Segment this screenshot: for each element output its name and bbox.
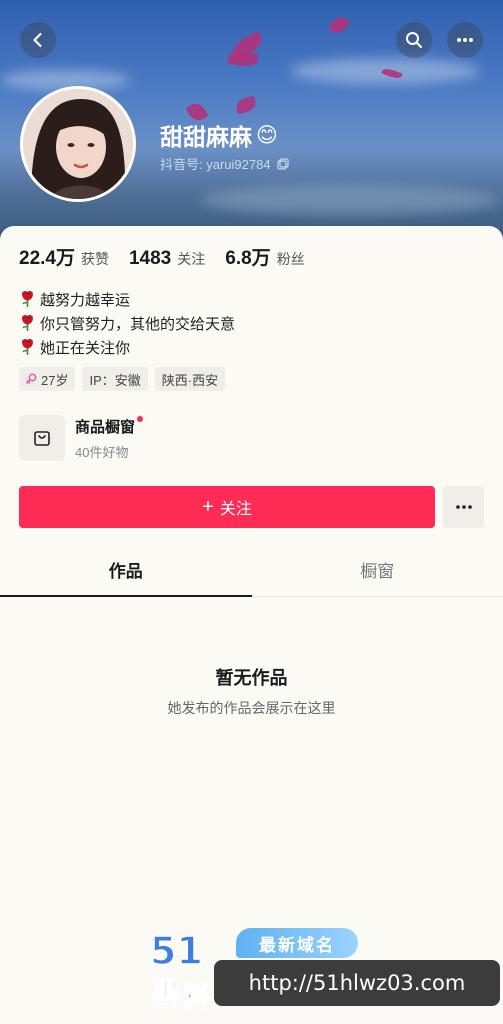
rose-icon xyxy=(22,338,33,355)
more-icon xyxy=(455,505,472,509)
tab-showcase[interactable]: 橱窗 xyxy=(252,556,503,596)
smile-emoji-icon: 😊 xyxy=(256,123,278,147)
bio-line: 她正在关注你 xyxy=(19,335,235,359)
stat-label: 关注 xyxy=(177,251,206,267)
stat-label: 获赞 xyxy=(80,251,109,267)
back-button[interactable] xyxy=(20,22,56,58)
bio: 越努力越幸运 你只管努力，其他的交给天意 她正在关注你 xyxy=(19,287,235,359)
profile-tags: 27岁 IP：安徽 陕西·西安 xyxy=(19,367,226,391)
more-icon xyxy=(457,38,473,42)
bio-line: 越努力越幸运 xyxy=(19,287,235,311)
shop-title-text: 商品橱窗 xyxy=(75,418,136,436)
douyin-id-label: 抖音号: xyxy=(160,157,203,172)
tag-location: 陕西·西安 xyxy=(154,367,226,391)
douyin-id-value: yarui92784 xyxy=(206,157,271,172)
rose-petal-decoration xyxy=(234,95,258,115)
profile-name: 甜甜麻麻 😊 xyxy=(160,118,278,152)
stat-following[interactable]: 1483 关注 xyxy=(129,248,205,270)
stat-value: 6.8万 xyxy=(225,248,271,269)
back-icon xyxy=(33,32,42,48)
bio-text: 她正在关注你 xyxy=(40,339,131,357)
stats-row: 22.4万 获赞 1483 关注 6.8万 粉丝 xyxy=(19,243,325,270)
profile-card: 22.4万 获赞 1483 关注 6.8万 粉丝 越努力越幸运 你只管努力，其他… xyxy=(0,226,503,1024)
shop-window-entry[interactable]: 商品橱窗 40件好物 xyxy=(19,415,144,461)
rose-icon xyxy=(22,314,33,331)
shop-icon-box xyxy=(19,415,65,461)
svg-text:黑: 黑 xyxy=(152,976,180,1009)
content-tabs: 作品 橱窗 xyxy=(0,556,503,597)
rose-icon xyxy=(22,290,33,307)
stat-likes[interactable]: 22.4万 获赞 xyxy=(19,243,109,270)
empty-state-subtitle: 她发布的作品会展示在这里 xyxy=(167,700,336,716)
watermark-badge: 最新域名 xyxy=(236,928,358,958)
search-button[interactable] xyxy=(396,22,432,58)
bio-text: 你只管努力，其他的交给天意 xyxy=(40,315,236,333)
empty-state-title: 暂无作品 xyxy=(215,668,288,688)
profile-screen: 甜甜麻麻 😊 抖音号: yarui92784 22.4万 获赞 1483 关注 … xyxy=(0,0,503,1024)
banner-cloud xyxy=(200,185,500,215)
bio-text: 越努力越幸运 xyxy=(40,291,131,309)
copy-icon[interactable] xyxy=(276,157,289,170)
tab-works[interactable]: 作品 xyxy=(0,556,252,597)
notification-dot xyxy=(137,415,144,422)
display-name: 甜甜麻麻 xyxy=(160,124,252,150)
more-actions-button[interactable] xyxy=(443,486,484,528)
svg-text:料: 料 xyxy=(184,983,210,1012)
douyin-id-row[interactable]: 抖音号: yarui92784 xyxy=(160,154,289,173)
avatar-photo xyxy=(23,89,133,199)
rose-petal-decoration xyxy=(227,49,259,69)
tag-text: IP：安徽 xyxy=(89,372,141,388)
stat-followers[interactable]: 6.8万 粉丝 xyxy=(225,243,304,270)
svg-text:51: 51 xyxy=(150,929,203,973)
shop-title: 商品橱窗 xyxy=(75,415,144,437)
watermark-url: http://51hlwz03.com xyxy=(214,960,500,1006)
watermark-logo: 51 黑 料 xyxy=(149,928,210,1012)
search-icon xyxy=(406,32,423,49)
bio-line: 你只管努力，其他的交给天意 xyxy=(19,311,235,335)
tag-text: 27岁 xyxy=(41,372,69,388)
female-icon xyxy=(26,373,37,384)
shopping-bag-icon xyxy=(34,431,50,446)
tag-ip: IP：安徽 xyxy=(82,367,148,391)
stat-value: 22.4万 xyxy=(19,248,75,269)
tag-age: 27岁 xyxy=(19,367,76,391)
follow-button[interactable]: + 关注 xyxy=(19,486,435,528)
shop-subtitle: 40件好物 xyxy=(75,444,129,460)
stat-label: 粉丝 xyxy=(276,251,305,267)
plus-icon: + xyxy=(202,495,214,518)
tag-text: 陕西·西安 xyxy=(161,372,219,388)
follow-label: 关注 xyxy=(219,501,252,518)
stat-value: 1483 xyxy=(128,248,172,269)
rose-petal-decoration xyxy=(327,13,351,37)
more-options-button[interactable] xyxy=(447,22,483,58)
profile-header-banner: 甜甜麻麻 😊 抖音号: yarui92784 xyxy=(0,0,503,240)
avatar[interactable] xyxy=(20,86,136,202)
